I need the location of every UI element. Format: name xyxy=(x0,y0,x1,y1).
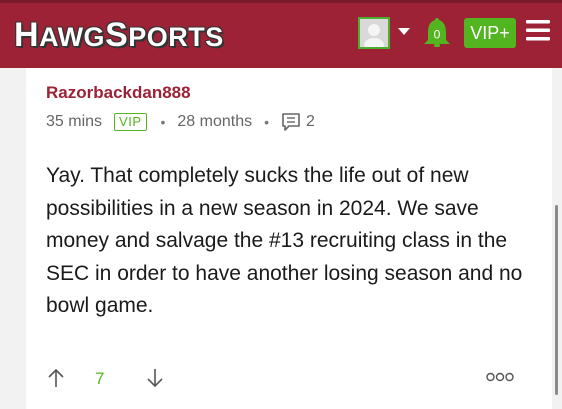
site-logo[interactable]: HAWGSPORTS xyxy=(14,18,224,52)
comment-time: 35 mins xyxy=(46,113,103,130)
comment-body: Yay. That completely sucks the life out … xyxy=(46,164,523,317)
comment-username[interactable]: Razorbackdan888 xyxy=(46,83,191,103)
vip-badge: VIP xyxy=(114,113,147,131)
user-avatar[interactable] xyxy=(358,17,390,49)
reply-count[interactable]: 2 xyxy=(306,113,315,131)
site-header: HAWGSPORTS 0 VIP+ xyxy=(0,0,562,68)
reply-count-icon[interactable] xyxy=(281,112,301,132)
scrollbar[interactable] xyxy=(555,205,558,395)
avatar-icon xyxy=(360,19,388,47)
logo-ports: PORTS xyxy=(128,22,224,52)
logo-s: S xyxy=(105,16,129,54)
meta-separator: • xyxy=(160,114,166,130)
comment-meta: 35 mins VIP • 28 months • 2 xyxy=(46,112,315,132)
vip-plus-button[interactable]: VIP+ xyxy=(464,18,516,48)
downvote-arrow-icon[interactable] xyxy=(146,368,164,388)
hamburger-menu-icon[interactable] xyxy=(526,20,550,42)
bell-icon: 0 xyxy=(424,18,450,47)
header-top-border xyxy=(0,0,562,3)
logo-awg: AWG xyxy=(39,22,106,52)
member-duration: 28 months xyxy=(177,113,253,130)
upvote-arrow-icon[interactable] xyxy=(47,368,65,388)
meta-separator: • xyxy=(264,114,270,130)
notifications-button[interactable]: 0 xyxy=(423,17,451,54)
logo-h: H xyxy=(14,16,40,54)
vote-count: 7 xyxy=(95,369,105,388)
more-options-icon[interactable] xyxy=(486,371,514,383)
caret-down-icon[interactable] xyxy=(398,28,410,36)
notification-count: 0 xyxy=(434,28,441,42)
